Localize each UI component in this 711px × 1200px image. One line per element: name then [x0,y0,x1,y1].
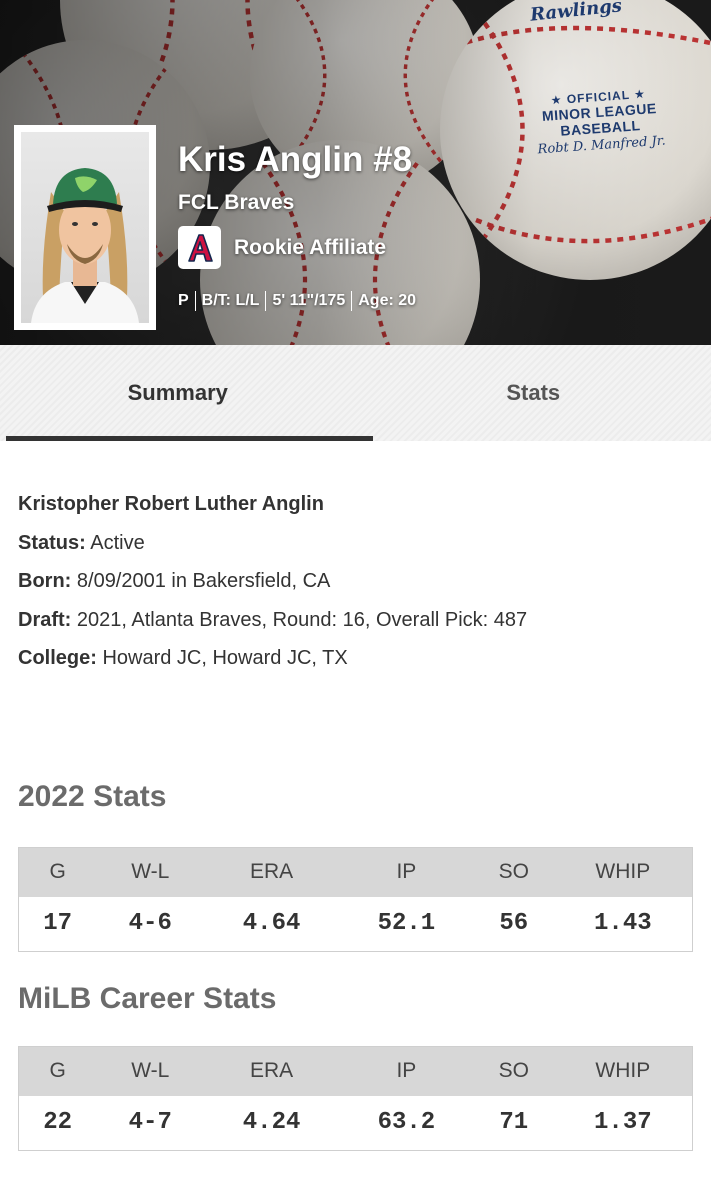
col-header: WHIP [553,1046,693,1096]
player-team[interactable]: FCL Braves [178,191,416,215]
player-headshot [14,125,156,330]
ball-stamp: ★ OFFICIAL ★ MINOR LEAGUE BASEBALL Robt … [537,86,667,158]
stat-cell: 4.64 [204,897,339,951]
height-weight: 5' 11"/175 [272,292,346,309]
player-hero: Rawlings ★ OFFICIAL ★ MINOR LEAGUE BASEB… [0,0,711,345]
career-stats-table: G W-L ERA IP SO WHIP 22 4-7 4.24 63.2 71… [18,1045,693,1151]
table-row: 22 4-7 4.24 63.2 71 1.37 [18,1096,693,1150]
draft-row: Draft: 2021, Atlanta Braves, Round: 16, … [18,608,528,631]
born-row: Born: 8/09/2001 in Bakersfield, CA [18,570,331,592]
age: Age: 20 [358,292,417,309]
col-header: W-L [96,847,205,897]
col-header: ERA [204,1046,339,1096]
col-header: ERA [204,847,339,897]
season-stats-table: G W-L ERA IP SO WHIP 17 4-6 4.64 52.1 56… [18,846,693,952]
active-tab-indicator [6,436,373,441]
tab-summary[interactable]: Summary [0,345,356,441]
stat-cell: 71 [473,1096,554,1150]
college-row: College: Howard JC, Howard JC, TX [18,647,348,669]
career-stats-title: MiLB Career Stats [18,981,277,1015]
col-header: SO [473,847,554,897]
stat-cell: 52.1 [338,897,474,951]
full-name: Kristopher Robert Luther Anglin [18,493,324,515]
stat-cell: 1.37 [553,1096,693,1150]
position: P [178,292,189,309]
affiliate-label: Rookie Affiliate [234,235,387,259]
table-header-row: G W-L ERA IP SO WHIP [18,1046,693,1096]
stat-cell: 1.43 [553,897,693,951]
player-bio: Kristopher Robert Luther Anglin Status: … [0,441,711,678]
col-header: IP [338,847,474,897]
season-stats-title: 2022 Stats [18,779,167,813]
col-header: G [18,1046,97,1096]
stat-cell: 17 [18,897,97,951]
tab-stats[interactable]: Stats [356,345,711,441]
col-header: G [18,847,97,897]
stat-cell: 56 [473,897,554,951]
stat-cell: 63.2 [338,1096,474,1150]
table-row: 17 4-6 4.64 52.1 56 1.43 [18,897,693,951]
col-header: WHIP [553,847,693,897]
col-header: W-L [96,1046,205,1096]
table-header-row: G W-L ERA IP SO WHIP [18,847,693,897]
braves-logo-icon [178,226,221,269]
player-name: Kris Anglin #8 [178,140,413,179]
col-header: SO [473,1046,554,1096]
tab-bar: Summary Stats [0,345,711,441]
stat-cell: 22 [18,1096,97,1150]
col-header: IP [338,1046,474,1096]
stat-cell: 4.24 [204,1096,339,1150]
stat-cell: 4-7 [96,1096,205,1150]
stat-cell: 4-6 [96,897,205,951]
bats-throws: B/T: L/L [201,292,260,309]
player-meta: P B/T: L/L 5' 11"/175 Age: 20 [178,291,416,311]
status-row: Status: Active [18,531,145,554]
